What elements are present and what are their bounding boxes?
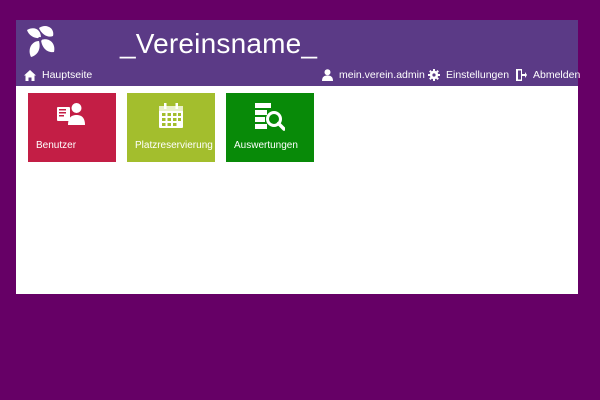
nav-user-label: mein.verein.admin [339, 69, 425, 81]
nav-home-label: Hauptseite [42, 69, 93, 81]
tile-benutzer[interactable]: Benutzer [28, 93, 116, 162]
tile-auswertungen-label: Auswertungen [234, 140, 298, 151]
site-title: _Vereinsname_ [120, 28, 318, 59]
tile-auswertungen[interactable]: Auswertungen [226, 93, 314, 162]
nav-settings-link[interactable]: Einstellungen [428, 66, 509, 84]
nav-user-link[interactable]: mein.verein.admin [322, 66, 425, 84]
nav-settings-label: Einstellungen [446, 69, 510, 81]
users-icon [57, 103, 85, 125]
user-icon [322, 69, 333, 81]
header-bar: _Vereinsname_ Hauptseite mein.verein.adm… [16, 20, 580, 86]
nav-home-link[interactable]: Hauptseite [24, 66, 92, 84]
report-search-icon [255, 103, 285, 131]
nav-logout-label: Abmelden [533, 69, 581, 81]
nav-logout-link[interactable]: Abmelden [515, 66, 580, 84]
calendar-icon [159, 103, 183, 128]
logo-icon[interactable] [24, 24, 58, 62]
tile-benutzer-label: Benutzer [36, 140, 77, 151]
tile-platzreservierung-label: Platzreservierung [135, 140, 213, 151]
home-icon [24, 69, 36, 81]
tile-platzreservierung[interactable]: Platzreservierung [127, 93, 215, 162]
app-window: _Vereinsname_ Hauptseite mein.verein.adm… [16, 20, 580, 294]
logout-icon [516, 69, 527, 81]
gear-icon [428, 69, 440, 81]
